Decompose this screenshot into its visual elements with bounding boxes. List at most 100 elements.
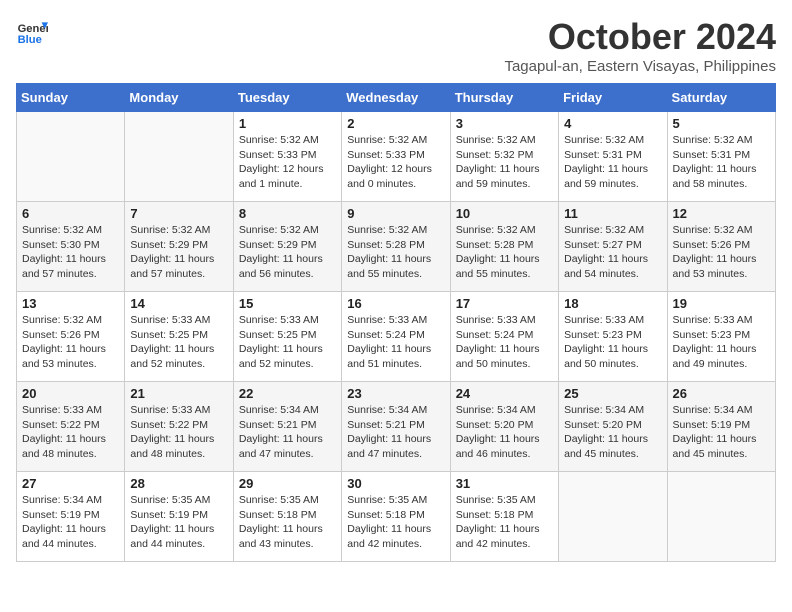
day-info: Sunrise: 5:32 AMSunset: 5:26 PMDaylight:… <box>673 223 770 282</box>
day-number: 4 <box>564 116 661 131</box>
day-info: Sunrise: 5:32 AMSunset: 5:28 PMDaylight:… <box>347 223 444 282</box>
day-number: 2 <box>347 116 444 131</box>
day-number: 14 <box>130 296 227 311</box>
week-row-1: 1 Sunrise: 5:32 AMSunset: 5:33 PMDaylight… <box>17 112 776 202</box>
day-cell: 14 Sunrise: 5:33 AMSunset: 5:25 PMDayligh… <box>125 292 233 382</box>
day-cell <box>17 112 125 202</box>
header-day-sunday: Sunday <box>17 84 125 112</box>
logo: General Blue <box>16 16 48 48</box>
header-row: SundayMondayTuesdayWednesdayThursdayFrid… <box>17 84 776 112</box>
day-info: Sunrise: 5:34 AMSunset: 5:20 PMDaylight:… <box>564 403 661 462</box>
day-cell: 24 Sunrise: 5:34 AMSunset: 5:20 PMDayligh… <box>450 382 558 472</box>
page-header: General Blue October 2024 Tagapul-an, Ea… <box>16 16 776 75</box>
day-info: Sunrise: 5:33 AMSunset: 5:22 PMDaylight:… <box>130 403 227 462</box>
day-cell: 7Sunrise: 5:32 AMSunset: 5:29 PMDaylight… <box>125 202 233 292</box>
day-cell: 11Sunrise: 5:32 AMSunset: 5:27 PMDayligh… <box>559 202 667 292</box>
day-number: 23 <box>347 386 444 401</box>
day-cell: 20 Sunrise: 5:33 AMSunset: 5:22 PMDayligh… <box>17 382 125 472</box>
week-row-4: 20 Sunrise: 5:33 AMSunset: 5:22 PMDayligh… <box>17 382 776 472</box>
day-info: Sunrise: 5:32 AMSunset: 5:31 PMDaylight:… <box>564 133 661 192</box>
day-number: 21 <box>130 386 227 401</box>
day-info: Sunrise: 5:33 AMSunset: 5:23 PMDaylight:… <box>673 313 770 372</box>
day-number: 17 <box>456 296 553 311</box>
day-info: Sunrise: 5:34 AMSunset: 5:21 PMDaylight:… <box>347 403 444 462</box>
day-number: 6 <box>22 206 119 221</box>
day-info: Sunrise: 5:32 AMSunset: 5:30 PMDaylight:… <box>22 223 119 282</box>
day-info: Sunrise: 5:32 AMSunset: 5:33 PMDaylight:… <box>347 133 444 192</box>
day-cell: 25 Sunrise: 5:34 AMSunset: 5:20 PMDayligh… <box>559 382 667 472</box>
day-info: Sunrise: 5:32 AMSunset: 5:26 PMDaylight:… <box>22 313 119 372</box>
day-info: Sunrise: 5:35 AMSunset: 5:18 PMDaylight:… <box>347 493 444 552</box>
day-cell: 27 Sunrise: 5:34 AMSunset: 5:19 PMDayligh… <box>17 472 125 562</box>
day-number: 27 <box>22 476 119 491</box>
day-cell: 3 Sunrise: 5:32 AMSunset: 5:32 PMDaylight… <box>450 112 558 202</box>
calendar-table: SundayMondayTuesdayWednesdayThursdayFrid… <box>16 83 776 562</box>
day-info: Sunrise: 5:32 AMSunset: 5:29 PMDaylight:… <box>130 223 227 282</box>
header-day-saturday: Saturday <box>667 84 775 112</box>
day-info: Sunrise: 5:34 AMSunset: 5:21 PMDaylight:… <box>239 403 336 462</box>
day-cell: 2 Sunrise: 5:32 AMSunset: 5:33 PMDaylight… <box>342 112 450 202</box>
header-day-tuesday: Tuesday <box>233 84 341 112</box>
location-subtitle: Tagapul-an, Eastern Visayas, Philippines <box>504 58 776 75</box>
svg-text:Blue: Blue <box>18 34 42 46</box>
day-cell: 17Sunrise: 5:33 AMSunset: 5:24 PMDayligh… <box>450 292 558 382</box>
day-number: 1 <box>239 116 336 131</box>
day-cell: 4 Sunrise: 5:32 AMSunset: 5:31 PMDaylight… <box>559 112 667 202</box>
day-number: 22 <box>239 386 336 401</box>
day-number: 18 <box>564 296 661 311</box>
day-number: 5 <box>673 116 770 131</box>
header-day-friday: Friday <box>559 84 667 112</box>
day-cell: 8 Sunrise: 5:32 AMSunset: 5:29 PMDaylight… <box>233 202 341 292</box>
day-number: 26 <box>673 386 770 401</box>
week-row-3: 13 Sunrise: 5:32 AMSunset: 5:26 PMDayligh… <box>17 292 776 382</box>
day-cell: 13 Sunrise: 5:32 AMSunset: 5:26 PMDayligh… <box>17 292 125 382</box>
header-day-thursday: Thursday <box>450 84 558 112</box>
day-cell: 26 Sunrise: 5:34 AMSunset: 5:19 PMDayligh… <box>667 382 775 472</box>
day-info: Sunrise: 5:34 AMSunset: 5:19 PMDaylight:… <box>22 493 119 552</box>
day-info: Sunrise: 5:33 AMSunset: 5:25 PMDaylight:… <box>130 313 227 372</box>
day-cell: 21 Sunrise: 5:33 AMSunset: 5:22 PMDayligh… <box>125 382 233 472</box>
day-cell: 5Sunrise: 5:32 AMSunset: 5:31 PMDaylight… <box>667 112 775 202</box>
day-number: 29 <box>239 476 336 491</box>
day-cell: 18 Sunrise: 5:33 AMSunset: 5:23 PMDayligh… <box>559 292 667 382</box>
day-cell: 9 Sunrise: 5:32 AMSunset: 5:28 PMDaylight… <box>342 202 450 292</box>
day-info: Sunrise: 5:35 AMSunset: 5:18 PMDaylight:… <box>456 493 553 552</box>
day-info: Sunrise: 5:35 AMSunset: 5:19 PMDaylight:… <box>130 493 227 552</box>
day-number: 3 <box>456 116 553 131</box>
day-info: Sunrise: 5:33 AMSunset: 5:22 PMDaylight:… <box>22 403 119 462</box>
day-number: 15 <box>239 296 336 311</box>
day-number: 24 <box>456 386 553 401</box>
day-cell <box>559 472 667 562</box>
day-info: Sunrise: 5:34 AMSunset: 5:19 PMDaylight:… <box>673 403 770 462</box>
day-number: 20 <box>22 386 119 401</box>
day-info: Sunrise: 5:32 AMSunset: 5:29 PMDaylight:… <box>239 223 336 282</box>
day-cell <box>667 472 775 562</box>
day-cell: 19Sunrise: 5:33 AMSunset: 5:23 PMDayligh… <box>667 292 775 382</box>
day-cell: 6 Sunrise: 5:32 AMSunset: 5:30 PMDaylight… <box>17 202 125 292</box>
day-info: Sunrise: 5:35 AMSunset: 5:18 PMDaylight:… <box>239 493 336 552</box>
day-info: Sunrise: 5:32 AMSunset: 5:28 PMDaylight:… <box>456 223 553 282</box>
day-info: Sunrise: 5:32 AMSunset: 5:32 PMDaylight:… <box>456 133 553 192</box>
day-info: Sunrise: 5:33 AMSunset: 5:23 PMDaylight:… <box>564 313 661 372</box>
day-number: 9 <box>347 206 444 221</box>
header-day-monday: Monday <box>125 84 233 112</box>
day-number: 12 <box>673 206 770 221</box>
day-number: 16 <box>347 296 444 311</box>
day-info: Sunrise: 5:33 AMSunset: 5:24 PMDaylight:… <box>347 313 444 372</box>
day-number: 13 <box>22 296 119 311</box>
month-title: October 2024 <box>504 16 776 58</box>
day-cell: 30Sunrise: 5:35 AMSunset: 5:18 PMDayligh… <box>342 472 450 562</box>
day-number: 28 <box>130 476 227 491</box>
day-cell: 12 Sunrise: 5:32 AMSunset: 5:26 PMDayligh… <box>667 202 775 292</box>
day-cell: 10 Sunrise: 5:32 AMSunset: 5:28 PMDayligh… <box>450 202 558 292</box>
week-row-2: 6 Sunrise: 5:32 AMSunset: 5:30 PMDaylight… <box>17 202 776 292</box>
day-number: 8 <box>239 206 336 221</box>
day-number: 25 <box>564 386 661 401</box>
day-cell: 22 Sunrise: 5:34 AMSunset: 5:21 PMDayligh… <box>233 382 341 472</box>
title-block: October 2024 Tagapul-an, Eastern Visayas… <box>504 16 776 75</box>
day-number: 10 <box>456 206 553 221</box>
day-cell: 29 Sunrise: 5:35 AMSunset: 5:18 PMDayligh… <box>233 472 341 562</box>
week-row-5: 27 Sunrise: 5:34 AMSunset: 5:19 PMDayligh… <box>17 472 776 562</box>
day-cell: 1Sunrise: 5:32 AMSunset: 5:33 PMDaylight… <box>233 112 341 202</box>
day-info: Sunrise: 5:34 AMSunset: 5:20 PMDaylight:… <box>456 403 553 462</box>
